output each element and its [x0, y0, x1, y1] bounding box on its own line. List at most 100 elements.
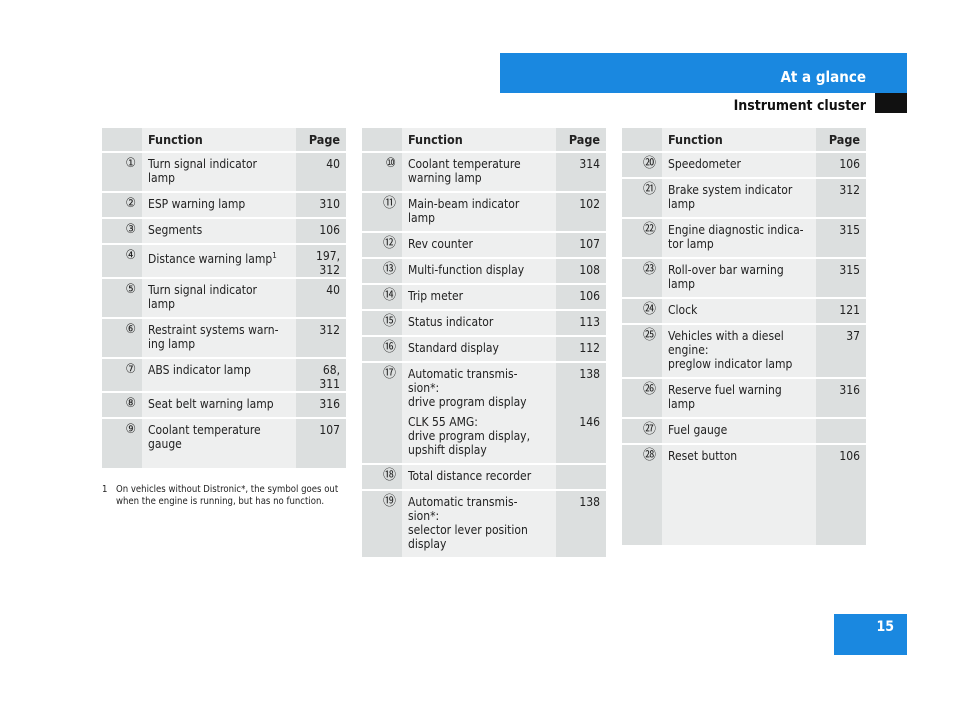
- function-label: Turn signal indicator lamp: [148, 157, 257, 185]
- page-reference: 312: [319, 323, 340, 337]
- function-label: Clock: [668, 303, 698, 317]
- function-label: Automatic transmis- sion*: selector leve…: [408, 495, 528, 551]
- item-number: ㉔: [622, 299, 662, 323]
- table-row: ⑩ Coolant temperature warning lamp 314: [362, 153, 606, 193]
- header-num-cell: [362, 128, 402, 151]
- function-text: Reserve fuel warning lamp: [668, 383, 810, 411]
- item-number: ⑰: [362, 363, 402, 463]
- item-number: ⑪: [362, 193, 402, 231]
- function-label: Coolant temperature warning lamp: [408, 157, 521, 185]
- page-cell: 138: [556, 491, 606, 557]
- page-cell: 37: [816, 325, 866, 377]
- function-text: Roll-over bar warning lamp: [668, 263, 810, 291]
- table-row: ⑭ Trip meter 106: [362, 285, 606, 311]
- page-reference: 310: [319, 197, 340, 211]
- function-cell: Turn signal indicator lamp: [142, 153, 296, 191]
- function-text: Multi-function display: [408, 263, 550, 277]
- manual-page: At a glance Instrument cluster Function P…: [0, 0, 960, 708]
- table-row: ⑥ Restraint systems warn- ing lamp 312: [102, 319, 346, 359]
- subsection-title: Instrument cluster: [733, 98, 866, 114]
- function-label: Brake system indicator lamp: [668, 183, 793, 211]
- item-number: ⑭: [362, 285, 402, 309]
- page-cell: 40: [296, 153, 346, 191]
- page-number: 15: [876, 619, 894, 635]
- item-number: ㉖: [622, 379, 662, 417]
- item-number: ⑧: [102, 393, 142, 417]
- function-label: Total distance recorder: [408, 469, 532, 483]
- page-reference: 316: [319, 397, 340, 411]
- page-reference: 106: [839, 449, 860, 463]
- function-text: Seat belt warning lamp: [148, 397, 290, 411]
- page-reference: 37: [846, 329, 860, 343]
- table-row: ㉘ Reset button 106: [622, 445, 866, 545]
- table-row: ⑨ Coolant temperature gauge 107: [102, 419, 346, 468]
- page-reference: 146: [579, 415, 600, 429]
- function-label: Fuel gauge: [668, 423, 728, 437]
- page-number-box: 15: [834, 614, 907, 655]
- function-text: Status indicator: [408, 315, 550, 329]
- table-row: ⑲ Automatic transmis- sion*: selector lev…: [362, 491, 606, 557]
- item-number: ②: [102, 193, 142, 217]
- item-number: ㉗: [622, 419, 662, 443]
- page-reference: 68, 311: [319, 363, 340, 391]
- page-cell: 106: [816, 445, 866, 545]
- function-label: Status indicator: [408, 315, 494, 329]
- function-cell: Segments: [142, 219, 296, 243]
- item-number: ⑫: [362, 233, 402, 257]
- item-number: ⑱: [362, 465, 402, 489]
- page-cell: 310: [296, 193, 346, 217]
- page-reference: 314: [579, 157, 600, 171]
- header-page: Page: [296, 128, 346, 151]
- function-text: Rev counter: [408, 237, 550, 251]
- page-reference: 138: [579, 495, 600, 509]
- table-row: ⑫ Rev counter 107: [362, 233, 606, 259]
- function-label: Distance warning lamp: [148, 252, 273, 266]
- function-text: Main-beam indicator lamp: [408, 197, 550, 225]
- table-row: ㉗ Fuel gauge: [622, 419, 866, 445]
- function-cell: Main-beam indicator lamp: [402, 193, 556, 231]
- function-cell: ABS indicator lamp: [142, 359, 296, 391]
- table-row: ① Turn signal indicator lamp 40: [102, 153, 346, 193]
- page-cell: 121: [816, 299, 866, 323]
- page-reference: 315: [839, 263, 860, 277]
- page-reference: 113: [579, 315, 600, 329]
- page-cell: 68, 311: [296, 359, 346, 391]
- function-text: Fuel gauge: [668, 423, 810, 437]
- item-number: ⑤: [102, 279, 142, 317]
- table-row: ⑧ Seat belt warning lamp 316: [102, 393, 346, 419]
- function-cell: Fuel gauge: [662, 419, 816, 443]
- function-text: Turn signal indicator lamp: [148, 283, 290, 311]
- item-number: ㉑: [622, 179, 662, 217]
- function-text: Speedometer: [668, 157, 810, 171]
- page-reference: 197, 312: [315, 249, 340, 277]
- function-text: ABS indicator lamp: [148, 363, 290, 377]
- page-reference: 107: [319, 423, 340, 437]
- table-row: ④ Distance warning lamp1 197, 312: [102, 245, 346, 279]
- page-reference: 138: [579, 367, 600, 381]
- function-label: Standard display: [408, 341, 499, 355]
- function-table-3: Function Page ⑳ Speedometer 106 ㉑ Brake system…: [622, 128, 866, 545]
- page-cell: 106: [296, 219, 346, 243]
- function-cell: Coolant temperature warning lamp: [402, 153, 556, 191]
- item-number: ④: [102, 245, 142, 277]
- function-label: Reserve fuel warning lamp: [668, 383, 782, 411]
- page-cell: 102: [556, 193, 606, 231]
- function-label: Vehicles with a diesel engine: preglow i…: [668, 329, 793, 371]
- page-cell: 106: [816, 153, 866, 177]
- function-table-2: Function Page ⑩ Coolant temperature warning…: [362, 128, 606, 557]
- item-number: ③: [102, 219, 142, 243]
- header-num-cell: [102, 128, 142, 151]
- function-label: Seat belt warning lamp: [148, 397, 274, 411]
- item-number: ①: [102, 153, 142, 191]
- function-label: ABS indicator lamp: [148, 363, 251, 377]
- function-cell: Automatic transmis- sion*: drive program…: [402, 363, 556, 463]
- function-label: Speedometer: [668, 157, 741, 171]
- function-cell: Reserve fuel warning lamp: [662, 379, 816, 417]
- page-reference: 316: [839, 383, 860, 397]
- item-number: ㉒: [622, 219, 662, 257]
- function-cell: Brake system indicator lamp: [662, 179, 816, 217]
- page-cell: 315: [816, 219, 866, 257]
- page-cell: 106: [556, 285, 606, 309]
- function-label: Turn signal indicator lamp: [148, 283, 257, 311]
- function-text: Vehicles with a diesel engine: preglow i…: [668, 329, 810, 371]
